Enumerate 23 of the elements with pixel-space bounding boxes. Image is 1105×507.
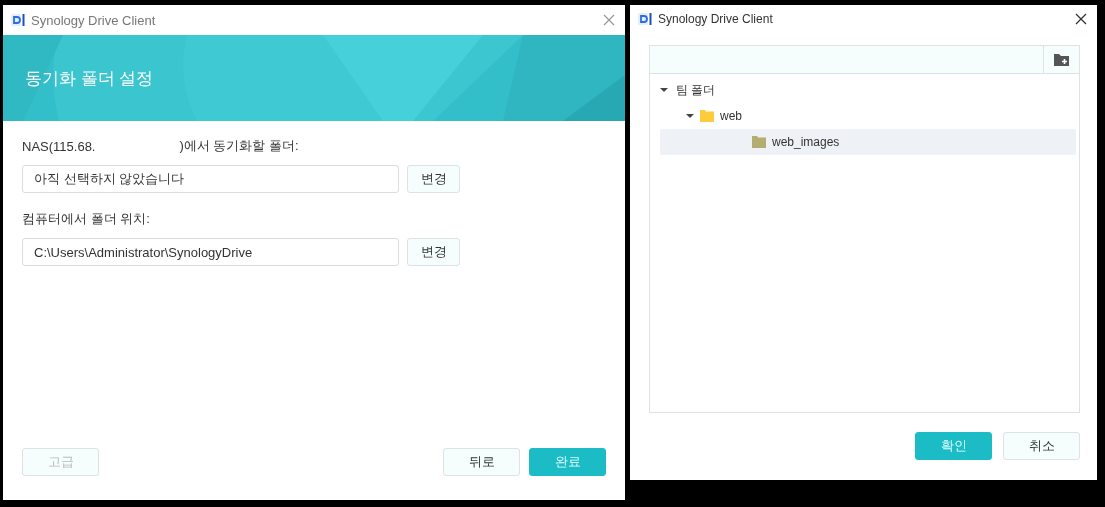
change-button[interactable]: 변경 xyxy=(407,165,460,193)
window-title: Synology Drive Client xyxy=(658,11,774,26)
app-logo-icon xyxy=(11,13,25,27)
app-logo-icon xyxy=(638,11,652,26)
tree-item[interactable]: 팀 폴더 xyxy=(660,77,1076,103)
close-icon[interactable] xyxy=(1075,12,1087,25)
folder-plus-icon xyxy=(1054,53,1069,66)
tree-item[interactable]: web_images xyxy=(660,129,1076,155)
banner-title: 동기화 폴더 설정 xyxy=(24,68,154,90)
folder-icon xyxy=(752,136,766,148)
local-folder-field[interactable]: C:\Users\Administrator\SynologyDrive xyxy=(22,238,399,266)
dialog-button[interactable]: 취소 xyxy=(1003,432,1080,460)
local-folder-label: 컴퓨터에서 폴더 위치: xyxy=(22,210,150,228)
window-title: Synology Drive Client xyxy=(31,12,157,28)
dialog-button[interactable]: 뒤로 xyxy=(443,448,520,476)
nas-label: NAS(115.68. xyxy=(22,138,96,154)
caret-icon[interactable] xyxy=(660,87,668,93)
tree-item[interactable]: web xyxy=(660,103,1076,129)
caret-icon[interactable] xyxy=(686,113,694,119)
nas-label: )에서 동기화할 폴더: xyxy=(179,137,299,155)
change-button[interactable]: 변경 xyxy=(407,238,460,266)
folder-icon xyxy=(700,110,714,122)
nas-folder-field[interactable]: 아직 선택하지 않았습니다 xyxy=(22,165,399,193)
